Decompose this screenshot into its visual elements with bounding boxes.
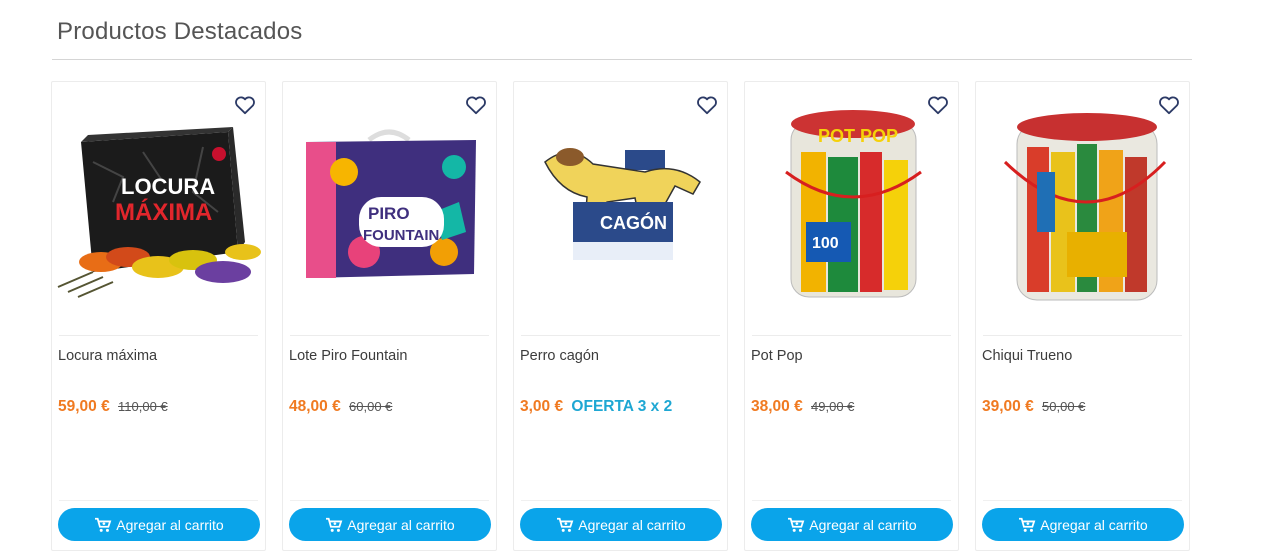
product-grid: LOCURA MÁXIMA Locura máxima 59,00 € 110,… <box>51 81 1192 553</box>
product-name[interactable]: Pot Pop <box>751 348 803 364</box>
cart-icon <box>788 517 805 532</box>
product-image-label: CAGÓN <box>600 212 667 233</box>
current-price: 48,00 € <box>289 398 341 415</box>
old-price: 50,00 € <box>1042 399 1086 414</box>
add-to-cart-button[interactable]: Agregar al carrito <box>58 508 260 541</box>
card-divider <box>290 335 489 336</box>
add-to-cart-button[interactable]: Agregar al carrito <box>289 508 491 541</box>
card-divider <box>983 335 1182 336</box>
product-name[interactable]: Perro cagón <box>520 348 599 364</box>
cart-icon <box>95 517 112 532</box>
add-to-cart-button[interactable]: Agregar al carrito <box>751 508 953 541</box>
current-price: 39,00 € <box>982 398 1034 415</box>
product-image[interactable]: LOCURA MÁXIMA <box>53 102 264 302</box>
card-divider <box>983 500 1182 501</box>
cart-icon <box>1019 517 1036 532</box>
product-image[interactable]: CAGÓN <box>515 102 726 302</box>
price-row: 3,00 € OFERTA 3 x 2 <box>520 398 672 416</box>
section-title: Productos Destacados <box>57 18 303 45</box>
old-price: 110,00 € <box>118 399 168 414</box>
add-to-cart-label: Agregar al carrito <box>116 516 224 533</box>
cart-icon <box>557 517 574 532</box>
product-name[interactable]: Chiqui Trueno <box>982 348 1072 364</box>
add-to-cart-label: Agregar al carrito <box>578 516 686 533</box>
current-price: 3,00 € <box>520 398 564 415</box>
old-price: 49,00 € <box>811 399 855 414</box>
card-divider <box>752 335 951 336</box>
product-card: Chiqui Trueno 39,00 € 50,00 € Agregar al… <box>975 81 1190 551</box>
price-row: 38,00 € 49,00 € <box>751 398 854 416</box>
add-to-cart-label: Agregar al carrito <box>347 516 455 533</box>
product-card: PIRO FOUNTAIN Lote Piro Fountain 48,00 €… <box>282 81 497 551</box>
product-image-label-bottom: MÁXIMA <box>115 198 212 226</box>
card-divider <box>521 500 720 501</box>
product-image-label-top: LOCURA <box>121 174 215 199</box>
product-image[interactable] <box>977 102 1188 302</box>
offer-badge: OFERTA 3 x 2 <box>571 398 673 415</box>
add-to-cart-button[interactable]: Agregar al carrito <box>982 508 1184 541</box>
product-image[interactable]: PIRO FOUNTAIN <box>284 102 495 302</box>
add-to-cart-button[interactable]: Agregar al carrito <box>520 508 722 541</box>
product-image-label-top: PIRO <box>368 204 410 223</box>
card-divider <box>752 500 951 501</box>
price-row: 48,00 € 60,00 € <box>289 398 392 416</box>
card-divider <box>59 335 258 336</box>
cart-icon <box>326 517 343 532</box>
current-price: 38,00 € <box>751 398 803 415</box>
card-divider <box>521 335 720 336</box>
add-to-cart-label: Agregar al carrito <box>1040 516 1148 533</box>
card-divider <box>290 500 489 501</box>
old-price: 60,00 € <box>349 399 393 414</box>
price-row: 59,00 € 110,00 € <box>58 398 168 416</box>
product-card: CAGÓN Perro cagón 3,00 € OFERTA 3 x 2 Ag… <box>513 81 728 551</box>
title-divider <box>52 59 1192 60</box>
current-price: 59,00 € <box>58 398 110 415</box>
add-to-cart-label: Agregar al carrito <box>809 516 917 533</box>
product-name[interactable]: Locura máxima <box>58 348 157 364</box>
product-image[interactable]: 100 POT POP <box>746 102 957 302</box>
product-card: LOCURA MÁXIMA Locura máxima 59,00 € 110,… <box>51 81 266 551</box>
svg-text:100: 100 <box>812 235 839 252</box>
product-image-label-bottom: FOUNTAIN <box>363 227 439 244</box>
product-name[interactable]: Lote Piro Fountain <box>289 348 408 364</box>
card-divider <box>59 500 258 501</box>
price-row: 39,00 € 50,00 € <box>982 398 1085 416</box>
product-card: 100 POT POP Pot Pop 38,00 € 49,00 € Agre… <box>744 81 959 551</box>
product-image-label: POT POP <box>818 126 898 146</box>
